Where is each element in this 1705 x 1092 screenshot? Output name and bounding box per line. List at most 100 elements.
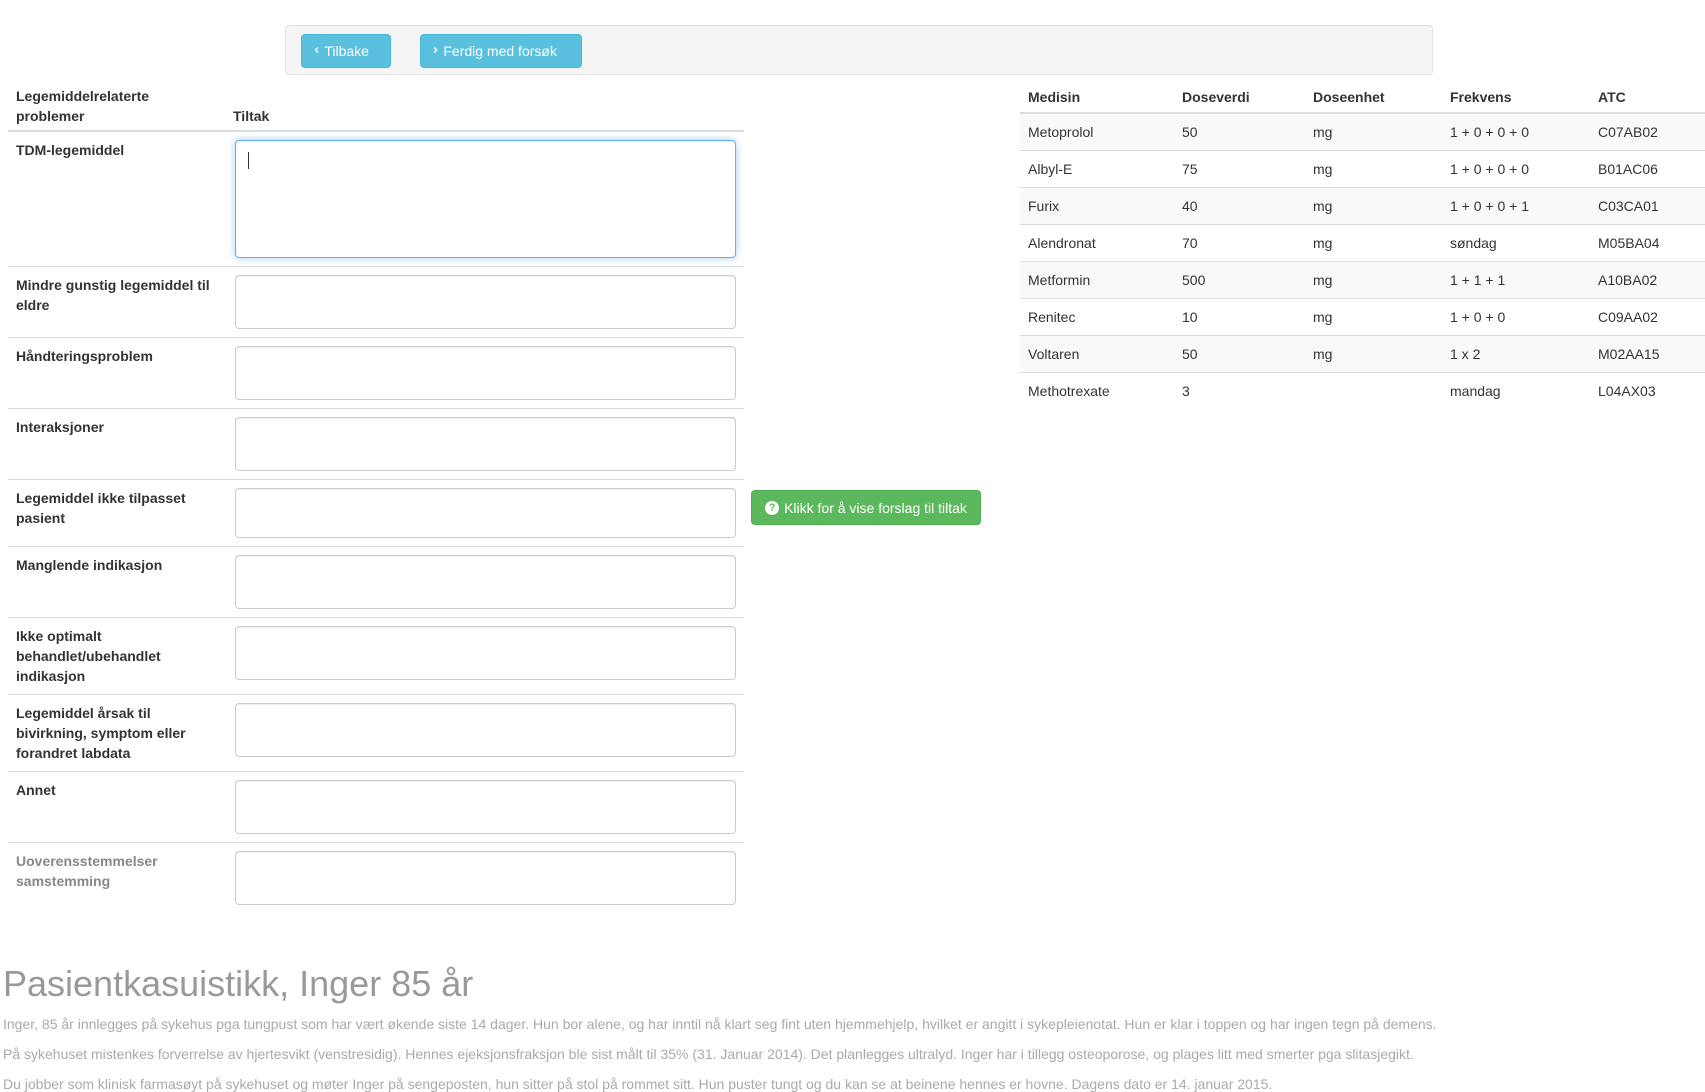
problem-row: Ikke optimalt behandlet/ubehandlet indik… [8, 617, 744, 695]
problem-row: Uoverensstemmelser samstemming [8, 842, 744, 913]
medication-row: Renitec 10 mg 1 + 0 + 0 C09AA02 [1020, 298, 1705, 336]
finish-attempt-button[interactable]: › Ferdig med forsøk [420, 34, 582, 68]
header-dose-unit: Doseenhet [1305, 82, 1442, 114]
case-paragraph: Du jobber som klinisk farmasøyt på sykeh… [3, 1076, 1273, 1092]
dose-unit-cell: mg [1305, 298, 1442, 336]
medication-row: Alendronat 70 mg søndag M05BA04 [1020, 224, 1705, 262]
dose-value-cell: 50 [1174, 112, 1305, 151]
atc-cell: B01AC06 [1590, 150, 1705, 188]
case-title: Pasientkasuistikk, Inger 85 år [3, 963, 474, 1004]
medicine-cell: Voltaren [1020, 335, 1174, 373]
problem-label: Uoverensstemmelser samstemming [8, 842, 225, 913]
action-textarea[interactable] [235, 851, 736, 905]
dose-value-cell: 70 [1174, 224, 1305, 262]
medication-row: Methotrexate 3 mandag L04AX03 [1020, 372, 1705, 409]
dose-value-cell: 500 [1174, 261, 1305, 299]
dose-value-cell: 40 [1174, 187, 1305, 225]
problem-row: Håndteringsproblem [8, 337, 744, 409]
show-suggestions-button[interactable]: ? Klikk for å vise forslag til tiltak [751, 490, 981, 525]
finish-attempt-label: Ferdig med forsøk [443, 43, 557, 59]
atc-cell: M05BA04 [1590, 224, 1705, 262]
action-textarea[interactable] [235, 275, 736, 329]
medicine-cell: Metformin [1020, 261, 1174, 299]
atc-cell: L04AX03 [1590, 372, 1705, 409]
frequency-cell: mandag [1442, 372, 1590, 409]
frequency-cell: 1 + 0 + 0 + 0 [1442, 150, 1590, 188]
problem-row: Interaksjoner [8, 408, 744, 480]
problem-label: Legemiddel ikke tilpasset pasient [8, 479, 225, 547]
frequency-cell: 1 + 0 + 0 [1442, 298, 1590, 336]
problem-row: Annet [8, 771, 744, 843]
problem-row: TDM-legemiddel [8, 130, 744, 267]
dose-value-cell: 10 [1174, 298, 1305, 336]
problem-row: Manglende indikasjon [8, 546, 744, 618]
atc-cell: C03CA01 [1590, 187, 1705, 225]
problem-label: Ikke optimalt behandlet/ubehandlet indik… [8, 617, 225, 695]
header-frequency: Frekvens [1442, 82, 1590, 114]
problem-label: Håndteringsproblem [8, 337, 225, 409]
atc-cell: M02AA15 [1590, 335, 1705, 373]
action-textarea[interactable] [235, 346, 736, 400]
back-button[interactable]: ‹ Tilbake [301, 34, 391, 68]
problem-label: Manglende indikasjon [8, 546, 225, 618]
action-textarea[interactable] [235, 555, 736, 609]
medication-row: Metoprolol 50 mg 1 + 0 + 0 + 0 C07AB02 [1020, 112, 1705, 151]
case-paragraph: På sykehuset mistenkes forverrelse av hj… [3, 1046, 1414, 1062]
show-suggestions-label: Klikk for å vise forslag til tiltak [784, 499, 967, 516]
atc-cell: C09AA02 [1590, 298, 1705, 336]
medicine-cell: Metoprolol [1020, 112, 1174, 151]
dose-value-cell: 3 [1174, 372, 1305, 409]
medication-row: Voltaren 50 mg 1 x 2 M02AA15 [1020, 335, 1705, 373]
problem-label: Legemiddel årsak til bivirkning, symptom… [8, 694, 225, 772]
dose-value-cell: 50 [1174, 335, 1305, 373]
header-medicine: Medisin [1020, 82, 1174, 114]
problem-row: Legemiddel årsak til bivirkning, symptom… [8, 694, 744, 772]
problem-label: Interaksjoner [8, 408, 225, 480]
action-textarea[interactable] [235, 140, 736, 258]
dose-unit-cell: mg [1305, 261, 1442, 299]
dose-unit-cell [1305, 372, 1442, 409]
action-textarea[interactable] [235, 417, 736, 471]
dose-unit-cell: mg [1305, 187, 1442, 225]
header-atc: ATC [1590, 82, 1705, 114]
frequency-cell: søndag [1442, 224, 1590, 262]
header-dose-value: Doseverdi [1174, 82, 1305, 114]
header-actions: Tiltak [225, 82, 744, 132]
frequency-cell: 1 + 0 + 0 + 1 [1442, 187, 1590, 225]
medication-row: Furix 40 mg 1 + 0 + 0 + 1 C03CA01 [1020, 187, 1705, 225]
dose-value-cell: 75 [1174, 150, 1305, 188]
action-textarea[interactable] [235, 488, 736, 538]
action-textarea[interactable] [235, 780, 736, 834]
dose-unit-cell: mg [1305, 335, 1442, 373]
problem-row: Legemiddel ikke tilpasset pasient [8, 479, 744, 547]
medicine-cell: Albyl-E [1020, 150, 1174, 188]
case-paragraph: Inger, 85 år innlegges på sykehus pga tu… [3, 1016, 1437, 1032]
header-problems: Legemiddelrelaterte problemer [8, 82, 225, 132]
text-cursor [248, 152, 249, 169]
question-circle-icon: ? [765, 500, 780, 515]
action-textarea[interactable] [235, 626, 736, 680]
medication-table: Medisin Doseverdi Doseenhet Frekvens ATC… [1020, 82, 1705, 409]
medication-row: Albyl-E 75 mg 1 + 0 + 0 + 0 B01AC06 [1020, 150, 1705, 188]
atc-cell: A10BA02 [1590, 261, 1705, 299]
dose-unit-cell: mg [1305, 150, 1442, 188]
frequency-cell: 1 + 0 + 0 + 0 [1442, 112, 1590, 151]
back-button-label: Tilbake [324, 43, 369, 59]
problem-label: TDM-legemiddel [8, 130, 225, 267]
medication-row: Metformin 500 mg 1 + 1 + 1 A10BA02 [1020, 261, 1705, 299]
frequency-cell: 1 + 1 + 1 [1442, 261, 1590, 299]
problem-label: Mindre gunstig legemiddel til eldre [8, 266, 225, 338]
chevron-left-icon: ‹ [314, 43, 320, 58]
dose-unit-cell: mg [1305, 224, 1442, 262]
frequency-cell: 1 x 2 [1442, 335, 1590, 373]
problem-row: Mindre gunstig legemiddel til eldre [8, 266, 744, 338]
medicine-cell: Renitec [1020, 298, 1174, 336]
medicine-cell: Methotrexate [1020, 372, 1174, 409]
dose-unit-cell: mg [1305, 112, 1442, 151]
medicine-cell: Alendronat [1020, 224, 1174, 262]
chevron-right-icon: › [433, 43, 439, 58]
drug-problems-table: Legemiddelrelaterte problemer Tiltak TDM… [8, 82, 744, 913]
atc-cell: C07AB02 [1590, 112, 1705, 151]
problem-label: Annet [8, 771, 225, 843]
action-textarea[interactable] [235, 703, 736, 757]
